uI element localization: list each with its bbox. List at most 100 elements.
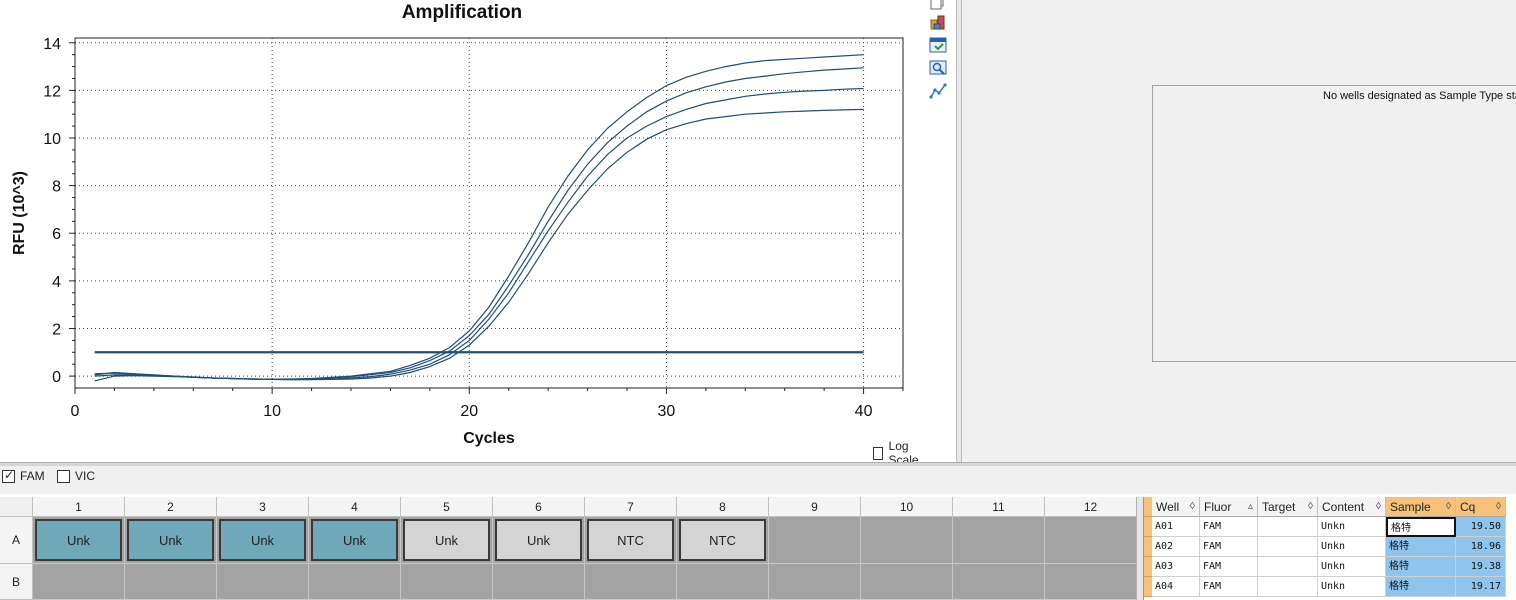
plate-well-content[interactable]: Unk bbox=[219, 519, 306, 561]
column-header-label: Content bbox=[1322, 500, 1365, 514]
plate-column-header[interactable]: 6 bbox=[493, 497, 585, 517]
plate-well[interactable] bbox=[1045, 517, 1137, 564]
plate-well-content[interactable]: Unk bbox=[311, 519, 398, 561]
y-tick-label: 12 bbox=[43, 83, 61, 100]
plate-corner[interactable] bbox=[0, 497, 33, 517]
table-cell-cq: 19.38 bbox=[1456, 557, 1506, 577]
row-selector[interactable] bbox=[1144, 577, 1152, 597]
table-cell-fluor: FAM bbox=[1200, 557, 1258, 577]
plate-well[interactable] bbox=[953, 564, 1045, 600]
table-cell-sample[interactable]: 格特 bbox=[1386, 577, 1456, 597]
plate-well[interactable]: Unk bbox=[33, 517, 125, 564]
sort-icon[interactable]: ◊ bbox=[1446, 497, 1451, 517]
plate-well-content[interactable]: Unk bbox=[495, 519, 582, 561]
log-scale-checkbox[interactable] bbox=[873, 446, 883, 460]
table-cell-content: Unkn bbox=[1318, 577, 1386, 597]
chart-settings-icon[interactable] bbox=[929, 36, 947, 54]
plate-well[interactable] bbox=[585, 564, 677, 600]
y-tick-label: 6 bbox=[52, 226, 61, 243]
column-header-fluor[interactable]: Fluor ▵ bbox=[1200, 497, 1258, 517]
chart-toolbar bbox=[926, 0, 950, 110]
table-cell-sample[interactable]: 格特 bbox=[1386, 537, 1456, 557]
copy-icon[interactable] bbox=[929, 0, 947, 10]
table-cell-fluor: FAM bbox=[1200, 577, 1258, 597]
fluor-selector: FAM VIC bbox=[0, 466, 1516, 494]
plate-column-header[interactable]: 2 bbox=[125, 497, 217, 517]
plate-well[interactable] bbox=[953, 517, 1045, 564]
plate-well[interactable]: Unk bbox=[125, 517, 217, 564]
x-axis-label: Cycles bbox=[463, 430, 515, 447]
plate-well[interactable]: NTC bbox=[677, 517, 769, 564]
plate-well[interactable] bbox=[309, 564, 401, 600]
plate-row-header[interactable]: B bbox=[0, 564, 33, 600]
plate-well[interactable] bbox=[125, 564, 217, 600]
row-selector[interactable] bbox=[1144, 557, 1152, 577]
sort-icon[interactable]: ◊ bbox=[1376, 497, 1381, 517]
amplification-curve-4[interactable] bbox=[94, 108, 864, 382]
x-tick-label: 10 bbox=[263, 403, 281, 420]
column-header-label: Target bbox=[1262, 500, 1296, 514]
plate-well-content[interactable]: Unk bbox=[403, 519, 490, 561]
plate-column-header[interactable]: 12 bbox=[1045, 497, 1137, 517]
sort-icon[interactable]: ◊ bbox=[1496, 497, 1501, 517]
table-cell-sample[interactable]: 格特 bbox=[1386, 517, 1456, 537]
fluor-vic-checkbox[interactable] bbox=[57, 469, 70, 483]
row-selector[interactable] bbox=[1144, 517, 1152, 537]
plate-column-header[interactable]: 4 bbox=[309, 497, 401, 517]
plate-column-header[interactable]: 7 bbox=[585, 497, 677, 517]
sort-icon[interactable]: ◊ bbox=[1308, 497, 1313, 517]
standard-curve-box: No wells designated as Sample Type stan bbox=[1152, 85, 1516, 362]
plate-well-content[interactable]: NTC bbox=[587, 519, 674, 561]
plate-column-header[interactable]: 3 bbox=[217, 497, 309, 517]
amplification-chart[interactable]: Amplification 0 10 20 30 40 0 2 4 6 8 10 12 14 Cycles R… bbox=[0, 0, 925, 462]
plate-well-content[interactable]: Unk bbox=[35, 519, 122, 561]
amplification-chart-pane: Amplification 0 10 20 30 40 0 2 4 6 8 10 12 14 Cycles R… bbox=[0, 0, 925, 467]
plate-well[interactable] bbox=[1045, 564, 1137, 600]
sort-icon[interactable]: ▵ bbox=[1248, 497, 1253, 517]
fluor-fam-checkbox[interactable] bbox=[2, 468, 15, 483]
plate-well[interactable] bbox=[217, 564, 309, 600]
plate-column-header[interactable]: 8 bbox=[677, 497, 769, 517]
plate-column-header[interactable]: 9 bbox=[769, 497, 861, 517]
plate-well-content[interactable]: NTC bbox=[679, 519, 766, 561]
standard-curve-pane: No wells designated as Sample Type stan bbox=[962, 0, 1516, 462]
column-header-content[interactable]: Content ◊ bbox=[1318, 497, 1386, 517]
plate-well[interactable]: Unk bbox=[493, 517, 585, 564]
plate-well[interactable] bbox=[769, 517, 861, 564]
table-cell-well: A03 bbox=[1152, 557, 1200, 577]
plate-well[interactable]: Unk bbox=[217, 517, 309, 564]
table-cell-sample[interactable]: 格特 bbox=[1386, 557, 1456, 577]
plate-well[interactable] bbox=[861, 564, 953, 600]
export-icon[interactable] bbox=[929, 13, 947, 31]
fluor-vic-label: VIC bbox=[75, 469, 96, 483]
plate-column-header[interactable]: 11 bbox=[953, 497, 1045, 517]
fluor-fam-option[interactable]: FAM bbox=[2, 468, 45, 483]
sort-icon[interactable]: ◊ bbox=[1190, 497, 1195, 517]
plate-well[interactable]: Unk bbox=[401, 517, 493, 564]
table-corner[interactable] bbox=[1144, 497, 1152, 517]
column-header-target[interactable]: Target ◊ bbox=[1258, 497, 1318, 517]
column-header-sample[interactable]: Sample ◊ bbox=[1386, 497, 1456, 517]
table-cell-well: A01 bbox=[1152, 517, 1200, 537]
plate-column-header[interactable]: 5 bbox=[401, 497, 493, 517]
zoom-icon[interactable] bbox=[929, 59, 947, 77]
plate-well[interactable] bbox=[33, 564, 125, 600]
plate-row-header[interactable]: A bbox=[0, 517, 33, 564]
plate-well[interactable] bbox=[861, 517, 953, 564]
plate-table-splitter[interactable] bbox=[1136, 497, 1143, 600]
plate-column-header[interactable]: 10 bbox=[861, 497, 953, 517]
plate-column-header[interactable]: 1 bbox=[33, 497, 125, 517]
plate-well[interactable] bbox=[493, 564, 585, 600]
plate-well[interactable] bbox=[401, 564, 493, 600]
row-selector[interactable] bbox=[1144, 537, 1152, 557]
plate-well[interactable] bbox=[677, 564, 769, 600]
plate-well[interactable]: Unk bbox=[309, 517, 401, 564]
table-cell-cq: 18.96 bbox=[1456, 537, 1506, 557]
line-style-icon[interactable] bbox=[929, 82, 947, 100]
fluor-vic-option[interactable]: VIC bbox=[57, 469, 95, 483]
plate-well-content[interactable]: Unk bbox=[127, 519, 214, 561]
plate-well[interactable] bbox=[769, 564, 861, 600]
plate-well[interactable]: NTC bbox=[585, 517, 677, 564]
column-header-cq[interactable]: Cq ◊ bbox=[1456, 497, 1506, 517]
column-header-well[interactable]: Well ◊ bbox=[1152, 497, 1200, 517]
